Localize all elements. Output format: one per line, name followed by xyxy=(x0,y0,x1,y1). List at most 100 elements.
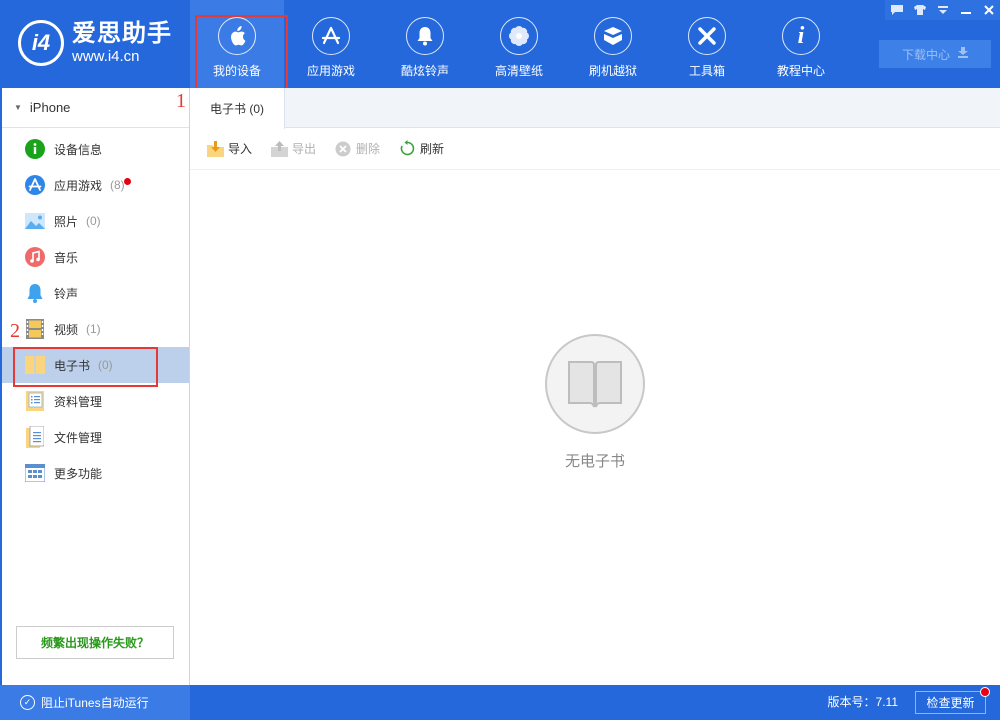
sidebar-item-label: 照片 xyxy=(54,214,79,229)
nav-ringtones[interactable]: 酷炫铃声 xyxy=(378,0,472,88)
close-icon[interactable] xyxy=(977,0,1000,20)
device-name: iPhone xyxy=(29,100,71,115)
download-icon xyxy=(958,47,968,61)
logo-url: www.i4.cn xyxy=(72,48,140,65)
sidebar-item-label: 资料管理 xyxy=(54,394,103,409)
check-update-button[interactable]: 检查更新 xyxy=(915,687,990,714)
refresh-icon xyxy=(398,140,416,158)
sidebar-item-count: (8) xyxy=(110,178,125,192)
nav-apps-games[interactable]: 应用游戏 xyxy=(284,0,378,88)
contacts-icon xyxy=(24,390,46,412)
sidebar-item-music[interactable]: 音乐 xyxy=(2,239,189,275)
bell-icon xyxy=(24,282,46,304)
sidebar-item-label: 音乐 xyxy=(54,250,79,265)
sidebar-item-label: 电子书 xyxy=(54,358,91,373)
files-icon xyxy=(24,426,46,448)
sidebar-item-ebooks[interactable]: 电子书 (0) xyxy=(2,347,189,387)
logo-mark: i4 xyxy=(18,20,64,66)
sidebar-item-apps[interactable]: 应用游戏 (8) xyxy=(2,167,189,203)
nav-toolbox[interactable]: 工具箱 xyxy=(660,0,754,88)
sidebar-item-count: (0) xyxy=(98,358,113,372)
sidebar-item-label: 铃声 xyxy=(54,286,79,301)
check-circle-icon: ✓ xyxy=(20,695,35,710)
tools-icon xyxy=(688,17,726,55)
app-store-icon xyxy=(312,17,350,55)
notification-dot xyxy=(980,687,990,697)
device-selector[interactable]: ▼ iPhone xyxy=(2,88,189,128)
nav-tutorials[interactable]: i 教程中心 xyxy=(754,0,848,88)
header: i4 爱思助手 www.i4.cn 我的设备 应用游戏 酷炫铃声 高清壁纸 刷机… xyxy=(0,0,1000,92)
nav-label: 应用游戏 xyxy=(306,64,355,78)
main-content: 电子书 (0) 导入 导出 删除 刷新 无电子书 xyxy=(190,88,1000,685)
top-nav: 我的设备 应用游戏 酷炫铃声 高清壁纸 刷机越狱 工具箱 i 教程中心 xyxy=(190,0,848,92)
export-icon xyxy=(270,140,288,158)
frequent-failure-help-button[interactable]: 频繁出现操作失败？ xyxy=(16,626,174,659)
sidebar-list: 设备信息 应用游戏 (8) 照片 (0) 音乐 铃声 视频 (1) 电子书 (0… xyxy=(2,128,189,491)
sidebar-item-label: 更多功能 xyxy=(54,466,103,481)
grid-icon xyxy=(24,462,46,484)
export-button[interactable]: 导出 xyxy=(270,140,316,158)
sidebar-item-data-management[interactable]: 资料管理 xyxy=(2,383,189,419)
nav-label: 酷炫铃声 xyxy=(400,64,449,78)
import-label: 导入 xyxy=(228,142,253,156)
nav-flash-jailbreak[interactable]: 刷机越狱 xyxy=(566,0,660,88)
feedback-icon[interactable] xyxy=(885,0,908,20)
info-circle-icon xyxy=(24,138,46,160)
status-bar: ✓ 阻止iTunes自动运行 版本号：7.11 检查更新 xyxy=(0,685,1000,720)
sidebar-item-photos[interactable]: 照片 (0) xyxy=(2,203,189,239)
window-controls xyxy=(885,0,1000,20)
nav-label: 高清壁纸 xyxy=(494,64,543,78)
nav-label: 我的设备 xyxy=(212,64,261,78)
empty-state: 无电子书 xyxy=(545,334,645,471)
logo-title: 爱思助手 xyxy=(72,20,172,47)
film-icon xyxy=(24,318,46,340)
sidebar-item-count: (0) xyxy=(86,214,101,228)
import-icon xyxy=(206,140,224,158)
download-center-label: 下载中心 xyxy=(901,47,950,62)
logo: i4 爱思助手 www.i4.cn xyxy=(18,20,172,66)
sidebar-item-file-management[interactable]: 文件管理 xyxy=(2,419,189,455)
import-button[interactable]: 导入 xyxy=(206,140,252,158)
sidebar-item-videos[interactable]: 视频 (1) xyxy=(2,311,189,347)
download-center-button[interactable]: 下载中心 xyxy=(879,40,991,68)
empty-state-text: 无电子书 xyxy=(564,453,625,470)
tab-ebooks[interactable]: 电子书 (0) xyxy=(190,88,285,129)
nav-wallpapers[interactable]: 高清壁纸 xyxy=(472,0,566,88)
music-icon xyxy=(24,246,46,268)
info-icon: i xyxy=(782,17,820,55)
sidebar: ▼ iPhone 1 2 设备信息 应用游戏 (8) 照片 (0) 音乐 铃声 … xyxy=(0,88,190,685)
delete-button[interactable]: 删除 xyxy=(334,140,380,158)
version-label: 版本号：7.11 xyxy=(827,695,898,709)
sidebar-item-label: 设备信息 xyxy=(54,142,103,157)
menu-icon[interactable] xyxy=(931,0,954,20)
annotation-step-1: 1 xyxy=(176,90,186,112)
sidebar-item-count: (1) xyxy=(86,322,101,336)
check-update-label: 检查更新 xyxy=(926,696,975,710)
delete-label: 删除 xyxy=(356,142,381,156)
export-label: 导出 xyxy=(292,142,317,156)
refresh-label: 刷新 xyxy=(420,142,445,156)
app-window: i4 爱思助手 www.i4.cn 我的设备 应用游戏 酷炫铃声 高清壁纸 刷机… xyxy=(0,0,1000,720)
skin-icon[interactable] xyxy=(908,0,931,20)
app-store-icon xyxy=(24,174,46,196)
empty-book-icon xyxy=(545,334,645,434)
sidebar-item-label: 视频 xyxy=(54,322,79,337)
nav-label: 教程中心 xyxy=(776,64,825,78)
delete-icon xyxy=(334,140,352,158)
apple-icon xyxy=(218,17,256,55)
nav-label: 工具箱 xyxy=(688,64,725,78)
refresh-button[interactable]: 刷新 xyxy=(398,140,444,158)
box-icon xyxy=(594,17,632,55)
sidebar-item-label: 文件管理 xyxy=(54,430,103,445)
block-itunes-toggle[interactable]: ✓ 阻止iTunes自动运行 xyxy=(0,685,190,720)
sidebar-item-device-info[interactable]: 设备信息 xyxy=(2,131,189,167)
sidebar-item-ringtones[interactable]: 铃声 xyxy=(2,275,189,311)
tab-bar: 电子书 (0) xyxy=(190,88,1000,129)
sidebar-item-more[interactable]: 更多功能 xyxy=(2,455,189,491)
flower-icon xyxy=(500,17,538,55)
sidebar-item-label: 应用游戏 xyxy=(54,178,103,193)
nav-my-device[interactable]: 我的设备 xyxy=(190,0,288,92)
book-icon xyxy=(24,354,46,376)
minimize-icon[interactable] xyxy=(954,0,977,20)
toolbar: 导入 导出 删除 刷新 xyxy=(190,128,1000,170)
